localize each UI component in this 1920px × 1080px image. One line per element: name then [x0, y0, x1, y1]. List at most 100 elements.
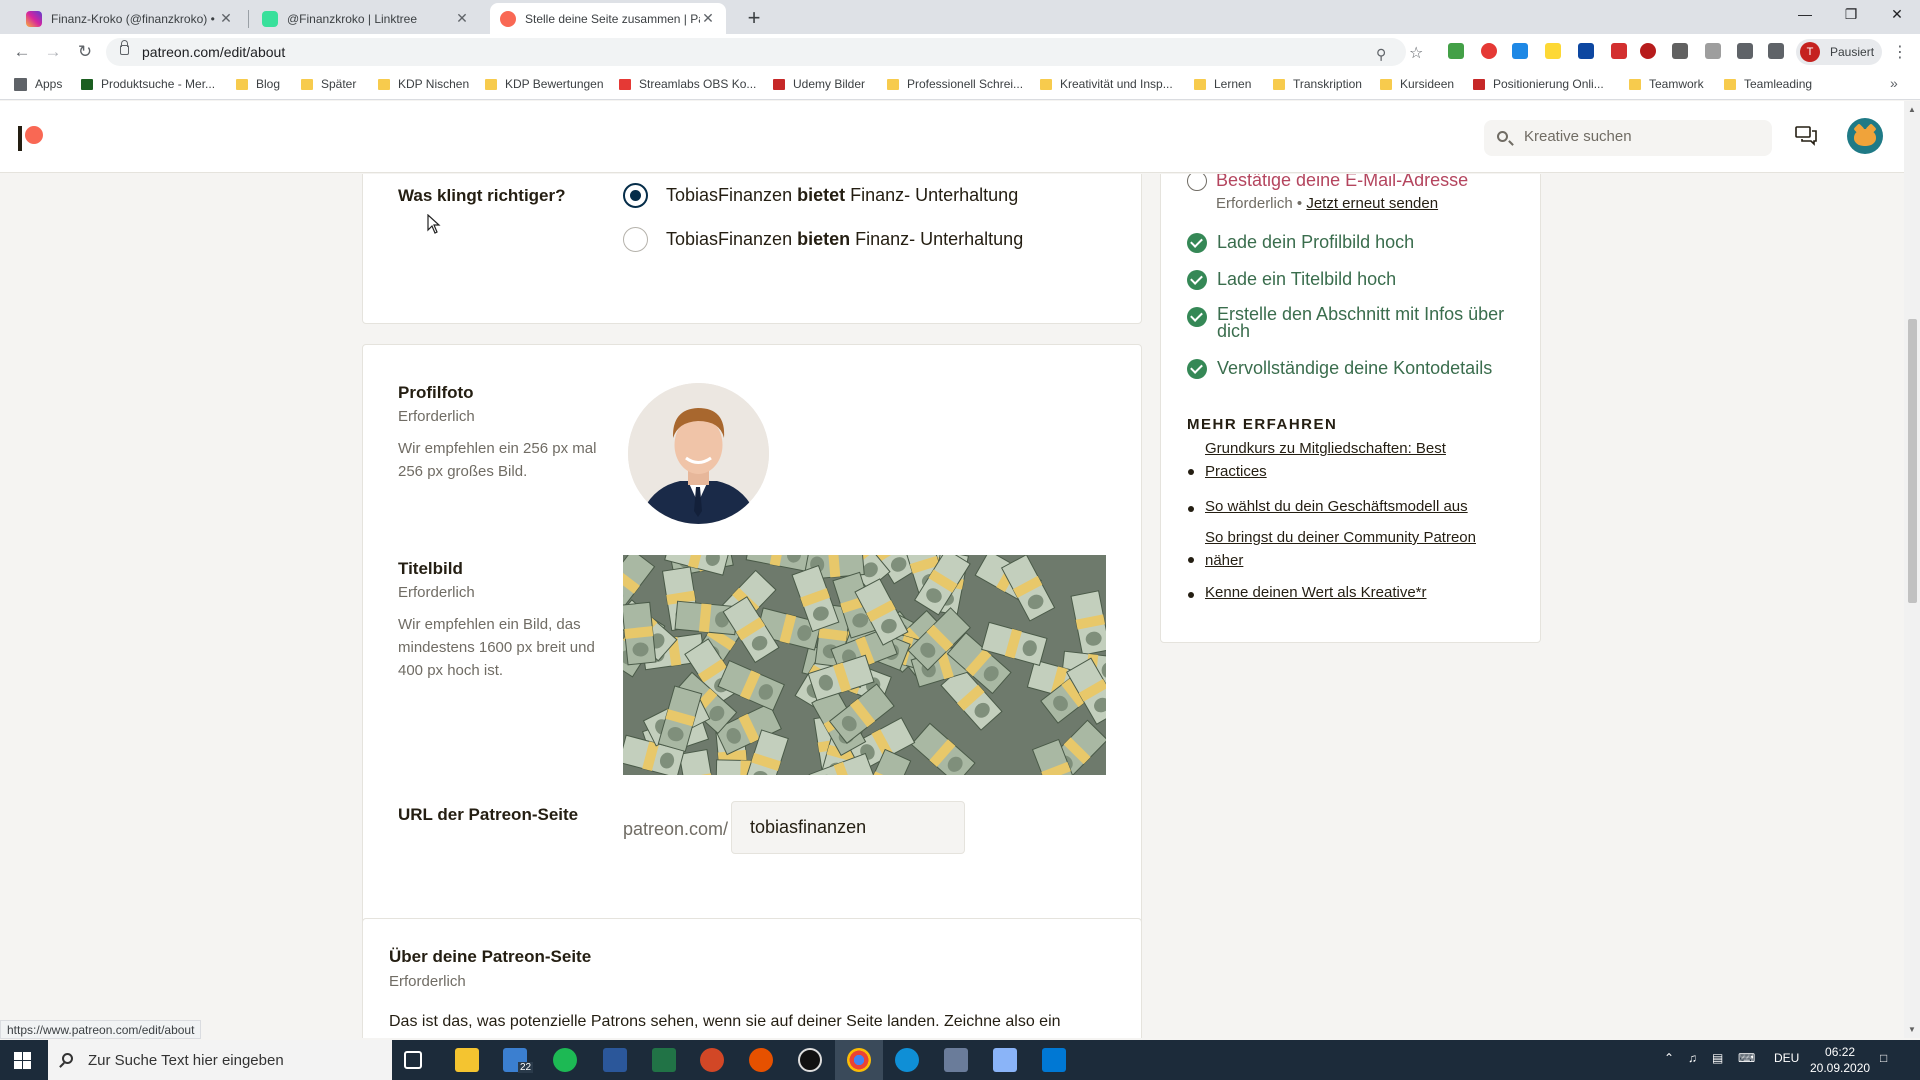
- extension-icon[interactable]: [1640, 43, 1656, 59]
- zoom-icon[interactable]: ⚲: [1376, 46, 1386, 63]
- bookmark-item[interactable]: Teamleading: [1724, 77, 1812, 91]
- scroll-up-icon[interactable]: ▲: [1908, 105, 1916, 114]
- windows-taskbar: Zur Suche Text hier eingeben 22 ⌃ ♫ ▤ ⌨ …: [0, 1040, 1920, 1080]
- learn-link[interactable]: Grundkurs zu Mitgliedschaften: Best Prac…: [1205, 437, 1475, 483]
- extension-icon[interactable]: [1578, 43, 1594, 59]
- bookmark-item[interactable]: Teamwork: [1629, 77, 1704, 91]
- bookmark-item[interactable]: Positionierung Onli...: [1473, 77, 1604, 91]
- bookmark-item[interactable]: Udemy Bilder: [773, 77, 865, 91]
- radio-button-selected[interactable]: [623, 183, 648, 208]
- bookmark-item[interactable]: KDP Bewertungen: [485, 77, 604, 91]
- url-prefix: patreon.com/: [623, 819, 729, 839]
- messages-icon[interactable]: [1795, 126, 1817, 146]
- close-tab-icon[interactable]: ✕: [700, 10, 716, 27]
- reload-icon[interactable]: ↻: [73, 40, 97, 64]
- language-indicator[interactable]: DEU: [1774, 1051, 1799, 1065]
- app-icon[interactable]: [944, 1048, 968, 1072]
- bookmark-item[interactable]: Blog: [236, 77, 280, 91]
- extension-icon[interactable]: [1512, 43, 1528, 59]
- radio-option-bieten[interactable]: TobiasFinanzen bieten Finanz- Unterhaltu…: [623, 227, 1023, 252]
- extension-icon[interactable]: [1672, 43, 1688, 59]
- learn-link[interactable]: So bringst du deiner Community Patreon n…: [1205, 526, 1495, 572]
- tray-chevron-icon[interactable]: ⌃: [1664, 1051, 1674, 1065]
- tab-title: @Finanzkroko | Linktree: [287, 11, 418, 26]
- chrome-icon[interactable]: [847, 1048, 871, 1072]
- minimize-button[interactable]: —: [1782, 0, 1828, 30]
- puzzle-icon[interactable]: [1768, 43, 1784, 59]
- creator-search[interactable]: [1484, 120, 1772, 156]
- bookmark-star-icon[interactable]: ☆: [1409, 43, 1423, 63]
- tab-patreon-active[interactable]: Stelle deine Seite zusammen | Pa ✕: [490, 3, 726, 34]
- menu-kebab-icon[interactable]: ⋮: [1892, 42, 1908, 62]
- edge-icon[interactable]: [895, 1048, 919, 1072]
- close-tab-icon[interactable]: ✕: [218, 10, 234, 27]
- extension-icon[interactable]: [1705, 43, 1721, 59]
- obs-icon[interactable]: [798, 1048, 822, 1072]
- extension-icon[interactable]: [1737, 43, 1753, 59]
- notification-icon[interactable]: □: [1880, 1051, 1887, 1065]
- checkmark-icon: [1187, 359, 1207, 379]
- extension-icon[interactable]: [1611, 43, 1627, 59]
- tab-linktree[interactable]: @Finanzkroko | Linktree ✕: [252, 3, 480, 34]
- instagram-icon: [26, 10, 42, 27]
- bookmark-item[interactable]: Später: [301, 77, 356, 91]
- outlook-icon[interactable]: [1042, 1048, 1066, 1072]
- volume-icon[interactable]: ♫: [1688, 1051, 1697, 1065]
- profile-button[interactable]: T Pausiert: [1796, 39, 1882, 65]
- bookmark-item[interactable]: Lernen: [1194, 77, 1251, 91]
- resend-email-link[interactable]: Jetzt erneut senden: [1306, 195, 1438, 212]
- learn-link[interactable]: Kenne deinen Wert als Kreative*r: [1205, 581, 1495, 604]
- powerpoint-icon[interactable]: [700, 1048, 724, 1072]
- task-view-icon[interactable]: [404, 1051, 422, 1069]
- address-bar[interactable]: patreon.com/edit/about ⚲: [106, 38, 1406, 66]
- bookmark-item[interactable]: Streamlabs OBS Ko...: [619, 77, 756, 91]
- checklist-item-done: Vervollständige deine Kontodetails: [1187, 358, 1492, 379]
- bookmark-item[interactable]: Kursideen: [1380, 77, 1454, 91]
- app-icon[interactable]: [749, 1048, 773, 1072]
- extension-icon[interactable]: [1448, 43, 1464, 59]
- network-icon[interactable]: ▤: [1712, 1051, 1723, 1065]
- excel-icon[interactable]: [652, 1048, 676, 1072]
- patreon-url-input[interactable]: [731, 801, 965, 854]
- forward-arrow-icon[interactable]: →: [41, 40, 65, 64]
- profile-photo-upload[interactable]: [628, 383, 769, 524]
- scrollbar-thumb[interactable]: [1908, 319, 1917, 603]
- spotify-icon[interactable]: [553, 1048, 577, 1072]
- browser-tab-bar: Finanz-Kroko (@finanzkroko) • In ✕ @Fina…: [0, 0, 1920, 34]
- bookmark-item[interactable]: Produktsuche - Mer...: [81, 77, 215, 91]
- taskbar-clock[interactable]: 06:22 20.09.2020: [1810, 1044, 1870, 1076]
- patreon-favicon-icon: [500, 10, 516, 27]
- bookmark-item[interactable]: Transkription: [1273, 77, 1362, 91]
- bookmarks-overflow-button[interactable]: »: [1890, 75, 1898, 91]
- bookmark-item[interactable]: Kreativität und Insp...: [1040, 77, 1173, 91]
- mail-badge: 22: [518, 1062, 534, 1073]
- back-arrow-icon[interactable]: ←: [10, 40, 34, 64]
- file-explorer-icon[interactable]: [455, 1048, 479, 1072]
- keyboard-icon[interactable]: ⌨: [1738, 1051, 1755, 1065]
- folder-icon: [378, 78, 390, 90]
- windows-start-icon[interactable]: [14, 1052, 31, 1069]
- new-tab-button[interactable]: +: [740, 5, 768, 33]
- extension-icon[interactable]: [1545, 43, 1561, 59]
- radio-button[interactable]: [623, 227, 648, 252]
- page-scrollbar[interactable]: ▲ ▼: [1904, 101, 1920, 1038]
- radio-option-bietet[interactable]: TobiasFinanzen bietet Finanz- Unterhaltu…: [623, 183, 1018, 208]
- close-window-button[interactable]: ✕: [1874, 0, 1920, 30]
- learn-link[interactable]: So wählst du dein Geschäftsmodell aus: [1205, 495, 1495, 518]
- user-avatar[interactable]: [1847, 118, 1883, 154]
- scroll-down-icon[interactable]: ▼: [1908, 1025, 1916, 1034]
- close-tab-icon[interactable]: ✕: [454, 10, 470, 27]
- bookmark-item[interactable]: Professionell Schrei...: [887, 77, 1023, 91]
- search-input[interactable]: [1524, 128, 1764, 145]
- tab-instagram[interactable]: Finanz-Kroko (@finanzkroko) • In ✕: [16, 3, 244, 34]
- taskbar-search[interactable]: Zur Suche Text hier eingeben: [48, 1040, 392, 1080]
- learn-more-heading: MEHR ERFAHREN: [1187, 416, 1338, 433]
- extension-icon[interactable]: [1481, 43, 1497, 59]
- restore-button[interactable]: ❐: [1828, 0, 1874, 30]
- mouse-cursor-icon: [427, 214, 441, 234]
- app-icon[interactable]: [993, 1048, 1017, 1072]
- bookmark-item[interactable]: Apps: [14, 77, 62, 91]
- word-icon[interactable]: [603, 1048, 627, 1072]
- cover-image-upload[interactable]: [623, 555, 1106, 775]
- bookmark-item[interactable]: KDP Nischen: [378, 77, 469, 91]
